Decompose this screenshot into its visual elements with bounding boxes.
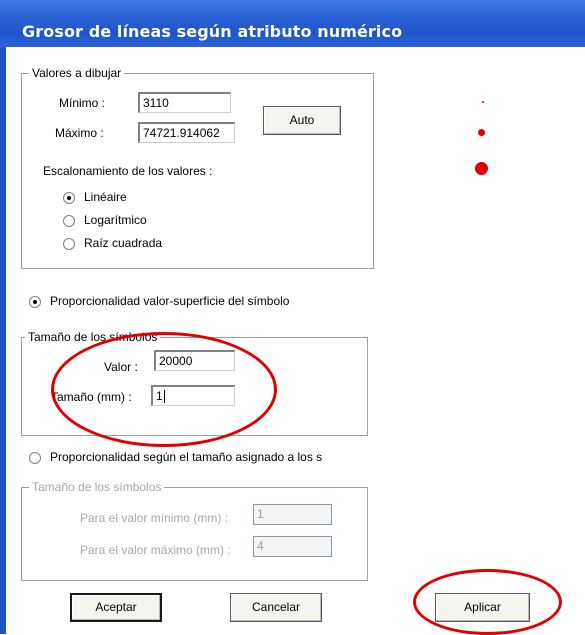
mode-assigned-size-radio[interactable] bbox=[29, 452, 41, 464]
highlight-ellipse-size bbox=[51, 332, 277, 447]
auto-button[interactable]: Auto bbox=[263, 106, 341, 135]
min-value-input[interactable]: 3110 bbox=[138, 92, 231, 113]
dialog-window: Grosor de líneas según atributo numérico… bbox=[0, 0, 585, 635]
size-group-2-legend: Tamaño de los símbolos bbox=[29, 480, 165, 494]
size-group-2 bbox=[21, 487, 368, 581]
preview-symbol-large bbox=[475, 162, 488, 175]
sqrt-radio[interactable] bbox=[63, 238, 75, 250]
mode-assigned-size-label: Proporcionalidad según el tamaño asignad… bbox=[50, 450, 323, 464]
min-size-label: Para el valor mínimo (mm) : bbox=[80, 511, 229, 525]
highlight-ellipse-apply bbox=[413, 569, 562, 635]
linear-radio[interactable] bbox=[63, 192, 75, 204]
accept-button[interactable]: Aceptar bbox=[70, 593, 162, 622]
max-size-input[interactable]: 4 bbox=[253, 536, 332, 557]
cancel-button[interactable]: Cancelar bbox=[230, 593, 322, 622]
sqrt-label: Raíz cuadrada bbox=[84, 236, 163, 250]
min-label: Mínimo : bbox=[59, 96, 106, 110]
mode-surface-label: Proporcionalidad valor-superficie del sí… bbox=[50, 294, 290, 308]
log-radio[interactable] bbox=[63, 215, 75, 227]
min-size-input[interactable]: 1 bbox=[253, 504, 332, 525]
log-label: Logarítmico bbox=[84, 213, 147, 227]
scaling-label: Escalonamiento de los valores : bbox=[43, 164, 213, 178]
mode-surface-radio[interactable] bbox=[29, 296, 41, 308]
max-value-input[interactable]: 74721.914062 bbox=[138, 122, 235, 143]
window-title: Grosor de líneas según atributo numérico bbox=[22, 22, 403, 41]
preview-symbol-small bbox=[482, 101, 484, 103]
dialog-client-area: Valores a dibujar Mínimo : 3110 Máximo :… bbox=[6, 47, 585, 635]
preview-symbol-medium bbox=[478, 129, 485, 136]
linear-label: Linéaire bbox=[84, 190, 127, 204]
max-size-label: Para el valor máximo (mm) : bbox=[80, 543, 231, 557]
values-group-legend: Valores a dibujar bbox=[29, 66, 125, 80]
max-label: Máximo : bbox=[55, 126, 104, 140]
title-bar[interactable]: Grosor de líneas según atributo numérico bbox=[0, 0, 585, 47]
